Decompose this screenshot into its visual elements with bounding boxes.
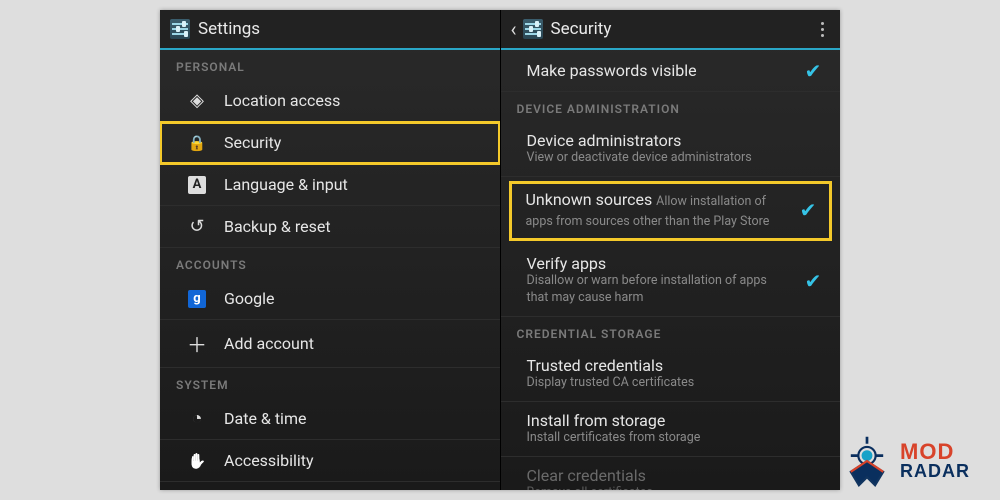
label-install: Install from storage bbox=[527, 411, 825, 430]
watermark-line1: MOD bbox=[900, 442, 970, 463]
row-add-account[interactable]: Add account bbox=[160, 320, 500, 368]
label-accessibility: Accessibility bbox=[224, 451, 314, 470]
row-accessibility[interactable]: Accessibility bbox=[160, 440, 500, 482]
back-icon[interactable]: ‹ bbox=[511, 17, 517, 41]
label-trusted: Trusted credentials bbox=[527, 356, 825, 375]
security-title: Security bbox=[551, 19, 612, 39]
row-unknown-sources[interactable]: Unknown sources Allow installation of ap… bbox=[509, 181, 833, 242]
label-pwvisible: Make passwords visible bbox=[527, 61, 787, 80]
label-clear: Clear credentials bbox=[527, 466, 825, 485]
security-panel: ‹ Security Make passwords visible ✔ DEVI… bbox=[501, 10, 841, 490]
label-datetime: Date & time bbox=[224, 409, 306, 428]
hand-icon bbox=[186, 452, 208, 470]
sub-install: Install certificates from storage bbox=[527, 430, 825, 447]
section-cred-storage: CREDENTIAL STORAGE bbox=[501, 317, 841, 347]
settings-title: Settings bbox=[198, 19, 260, 39]
row-date-time[interactable]: Date & time bbox=[160, 398, 500, 440]
watermark-text: MOD RADAR bbox=[900, 442, 970, 480]
settings-list: PERSONAL Location access Security A Lang… bbox=[160, 50, 500, 490]
settings-titlebar: Settings bbox=[160, 10, 500, 50]
watermark: MOD RADAR bbox=[840, 434, 970, 488]
row-backup-reset[interactable]: Backup & reset bbox=[160, 206, 500, 248]
row-install-from-storage[interactable]: Install from storage Install certificate… bbox=[501, 402, 841, 457]
label-location: Location access bbox=[224, 91, 340, 110]
clock-icon bbox=[186, 408, 208, 429]
row-clear-credentials: Clear credentials Remove all certificate… bbox=[501, 457, 841, 490]
row-device-admins[interactable]: Device administrators View or deactivate… bbox=[501, 122, 841, 177]
security-list: Make passwords visible ✔ DEVICE ADMINIST… bbox=[501, 50, 841, 490]
watermark-line2: RADAR bbox=[900, 463, 970, 480]
label-language: Language & input bbox=[224, 175, 348, 194]
sub-verify: Disallow or warn before installation of … bbox=[527, 273, 787, 307]
row-location-access[interactable]: Location access bbox=[160, 80, 500, 122]
sub-device-admins: View or deactivate device administrators bbox=[527, 150, 825, 167]
row-passwords-visible[interactable]: Make passwords visible ✔ bbox=[501, 50, 841, 92]
section-personal: PERSONAL bbox=[160, 50, 500, 80]
google-icon: g bbox=[186, 290, 208, 308]
label-verify: Verify apps bbox=[527, 254, 787, 273]
language-icon: A bbox=[186, 176, 208, 194]
row-security[interactable]: Security bbox=[160, 122, 500, 164]
label-backup: Backup & reset bbox=[224, 217, 331, 236]
section-accounts: ACCOUNTS bbox=[160, 248, 500, 278]
sub-trusted: Display trusted CA certificates bbox=[527, 375, 825, 392]
section-system: SYSTEM bbox=[160, 368, 500, 398]
security-titlebar: ‹ Security bbox=[501, 10, 841, 50]
label-security: Security bbox=[224, 133, 281, 152]
location-icon bbox=[186, 90, 208, 111]
device-frame: Settings PERSONAL Location access Securi… bbox=[160, 10, 840, 490]
settings-icon-small bbox=[523, 19, 543, 39]
settings-panel: Settings PERSONAL Location access Securi… bbox=[160, 10, 501, 490]
check-pwvisible[interactable]: ✔ bbox=[802, 60, 824, 82]
lock-icon bbox=[186, 134, 208, 152]
row-google[interactable]: g Google bbox=[160, 278, 500, 320]
plus-icon bbox=[186, 329, 208, 358]
label-unknown: Unknown sources bbox=[526, 190, 653, 209]
row-verify-apps[interactable]: Verify apps Disallow or warn before inst… bbox=[501, 245, 841, 317]
check-verify[interactable]: ✔ bbox=[802, 270, 824, 292]
overflow-icon[interactable] bbox=[814, 22, 830, 37]
section-device-admin: DEVICE ADMINISTRATION bbox=[501, 92, 841, 122]
settings-icon bbox=[170, 19, 190, 39]
sub-clear: Remove all certificates bbox=[527, 485, 825, 490]
label-add-account: Add account bbox=[224, 334, 314, 353]
label-device-admins: Device administrators bbox=[527, 131, 825, 150]
label-google: Google bbox=[224, 289, 275, 308]
row-language-input[interactable]: A Language & input bbox=[160, 164, 500, 206]
watermark-logo-icon bbox=[840, 434, 894, 488]
check-unknown[interactable]: ✔ bbox=[797, 199, 819, 221]
backup-icon bbox=[186, 216, 208, 237]
row-trusted-credentials[interactable]: Trusted credentials Display trusted CA c… bbox=[501, 347, 841, 402]
